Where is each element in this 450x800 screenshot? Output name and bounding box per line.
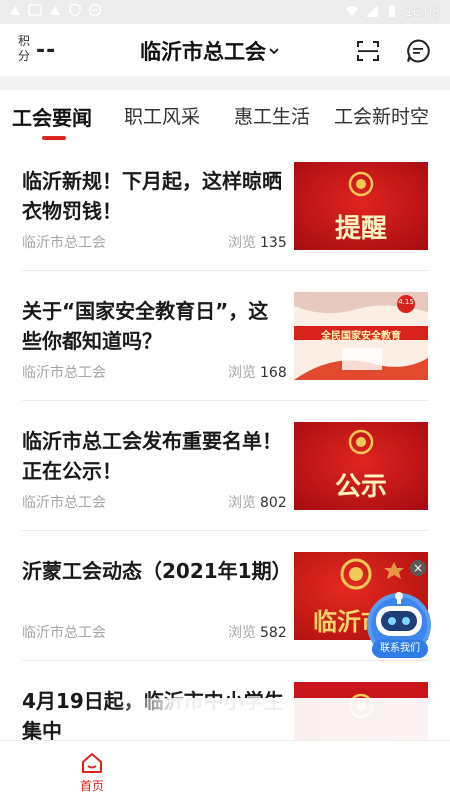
list-divider [22, 530, 428, 531]
signal-icon [365, 5, 378, 17]
list-divider [22, 400, 428, 401]
views-count: 802 [260, 495, 287, 511]
news-source: 临沂市总工会 [22, 625, 106, 641]
news-thumbnail: 公示 [294, 422, 428, 510]
thumbnail-caption: 全民国家安全教育 [321, 331, 401, 342]
thumbnail-caption: 提醒 [334, 214, 387, 244]
news-title: 沂蒙工会动态（2021年1期） [22, 559, 292, 583]
views-count: 168 [260, 365, 287, 381]
wifi-icon [345, 6, 358, 16]
tab-union-news[interactable]: 工会要闻 [12, 102, 92, 131]
scroll-fade-overlay [116, 698, 450, 742]
views-label: 浏览 [228, 495, 256, 511]
news-title: 临沂新规！下月起，这样晾晒衣物罚钱！ [22, 169, 282, 223]
news-views: 浏览 582 [228, 622, 287, 642]
notification-icon [10, 6, 20, 15]
tab-benefit-life[interactable]: 惠工生活 [234, 102, 310, 129]
notification-icon [50, 6, 60, 15]
bottom-navigation: 首页 [0, 740, 450, 800]
news-item[interactable]: 临沂新规！下月起，这样晾晒衣物罚钱！ 临沂市总工会 浏览 135 提醒 [0, 150, 450, 280]
views-count: 135 [260, 235, 287, 251]
photo-icon [28, 4, 42, 16]
scan-icon[interactable] [355, 38, 381, 64]
home-icon [82, 753, 102, 773]
robot-close-button[interactable]: × [410, 560, 426, 576]
tab-worker-style[interactable]: 职工风采 [124, 102, 200, 129]
points-display[interactable]: 积分 -- [18, 34, 68, 68]
nav-home-label: 首页 [79, 779, 104, 793]
app-header: 积分 -- 临沂市总工会 [0, 24, 450, 76]
tab-active-indicator [42, 136, 66, 140]
news-thumbnail: 提醒 [294, 162, 428, 250]
contact-us-label[interactable]: 联系我们 [372, 640, 428, 658]
shield-icon [69, 3, 81, 17]
news-thumbnail: 全民国家安全教育 4.15 [294, 292, 428, 380]
news-source: 临沂市总工会 [22, 365, 106, 381]
page-title: 临沂市总工会 [140, 40, 266, 64]
nav-home[interactable]: 首页 [68, 747, 116, 797]
views-label: 浏览 [228, 625, 256, 641]
thumbnail-caption: 公示 [334, 472, 387, 502]
news-views: 浏览 168 [228, 362, 287, 382]
views-label: 浏览 [228, 235, 256, 251]
message-icon[interactable] [405, 38, 431, 64]
news-item[interactable]: 临沂市总工会发布重要名单！正在公示！ 临沂市总工会 浏览 802 公示 [0, 410, 450, 540]
tab-union-new-era[interactable]: 工会新时空 [334, 102, 429, 129]
news-views: 浏览 802 [228, 492, 287, 512]
points-value: -- [36, 38, 57, 63]
news-item[interactable]: 关于“国家安全教育日”，这些你都知道吗？ 临沂市总工会 浏览 168 全民国家安全… [0, 280, 450, 410]
news-title: 关于“国家安全教育日”，这些你都知道吗？ [22, 299, 269, 353]
news-title: 临沂市总工会发布重要名单！正在公示！ [22, 429, 282, 483]
status-bar: 16:05 [0, 0, 450, 24]
header-divider [0, 76, 450, 90]
status-time: 16:05 [404, 3, 440, 19]
status-indicators: 16:05 [345, 3, 440, 19]
news-source: 临沂市总工会 [22, 235, 106, 251]
views-count: 582 [260, 625, 287, 641]
views-label: 浏览 [228, 365, 256, 381]
chevron-down-icon [269, 48, 279, 55]
news-views: 浏览 135 [228, 232, 287, 252]
category-tabs: 工会要闻 职工风采 惠工生活 工会新时空 [0, 90, 450, 146]
news-source: 临沂市总工会 [22, 495, 106, 511]
status-notifications [8, 3, 102, 17]
city-selector[interactable]: 临沂市总工会 [140, 36, 280, 66]
thumbnail-badge: 4.15 [398, 298, 414, 306]
minus-circle-icon [88, 3, 102, 17]
battery-icon [388, 4, 395, 17]
list-divider [22, 270, 428, 271]
points-label: 积分 [18, 34, 31, 63]
